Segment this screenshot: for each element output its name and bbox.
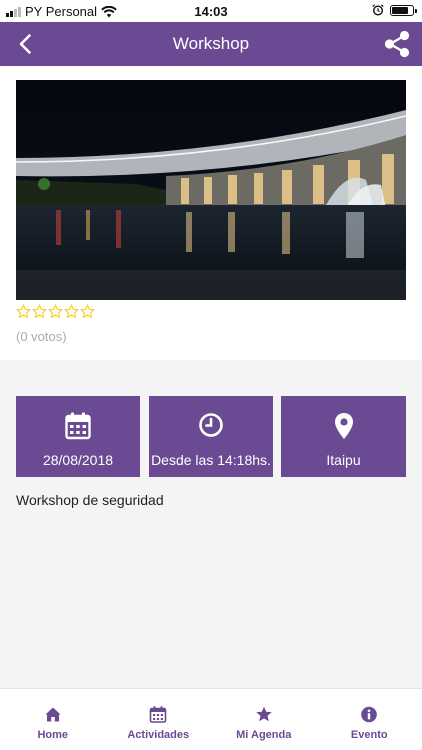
location-tile: Itaipu — [281, 396, 406, 477]
tab-evento[interactable]: Evento — [317, 689, 422, 750]
tab-home[interactable]: Home — [0, 689, 106, 750]
location-label: Itaipu — [326, 452, 361, 468]
rating-star-icon[interactable] — [16, 304, 31, 319]
clock-icon — [199, 413, 223, 437]
tab-actividades[interactable]: Actividades — [106, 689, 212, 750]
date-label: 28/08/2018 — [42, 452, 114, 468]
votes-count: (0 votos) — [16, 329, 67, 344]
bottom-tab-bar: Home Actividades Mi Agenda Evento — [0, 688, 422, 750]
star-icon — [256, 706, 272, 722]
tab-mi-agenda[interactable]: Mi Agenda — [211, 689, 317, 750]
page-title: Workshop — [172, 34, 250, 53]
calendar-icon — [65, 412, 91, 440]
rating-star-icon[interactable] — [32, 304, 47, 319]
tab-home-label: Home — [37, 729, 69, 741]
rating-star-icon[interactable] — [48, 304, 63, 319]
battery-level — [392, 6, 409, 14]
location-pin-icon — [334, 413, 353, 439]
event-card: (0 votos) — [0, 66, 422, 360]
info-icon — [361, 706, 378, 723]
status-right — [372, 4, 417, 16]
calendar-icon — [149, 706, 167, 723]
share-button[interactable] — [382, 29, 412, 59]
home-icon — [45, 707, 61, 722]
rating-stars[interactable] — [16, 304, 95, 319]
tab-actividades-label: Actividades — [127, 729, 190, 741]
event-photo — [16, 80, 406, 300]
date-tile: 28/08/2018 — [16, 396, 140, 477]
rating-star-icon[interactable] — [64, 304, 79, 319]
rating-star-icon[interactable] — [80, 304, 95, 319]
alarm-icon — [372, 4, 384, 16]
battery-icon — [390, 4, 417, 16]
time-label: Desde las 14:18hs. — [151, 452, 271, 468]
event-description: Workshop de seguridad — [16, 492, 164, 508]
app-header: Workshop — [0, 22, 422, 66]
tab-evento-label: Evento — [350, 729, 388, 741]
time-tile: Desde las 14:18hs. — [149, 396, 273, 477]
status-time: 14:03 — [194, 4, 228, 19]
status-bar: PY Personal 14:03 — [0, 0, 422, 22]
tab-mi-agenda-label: Mi Agenda — [236, 729, 292, 741]
